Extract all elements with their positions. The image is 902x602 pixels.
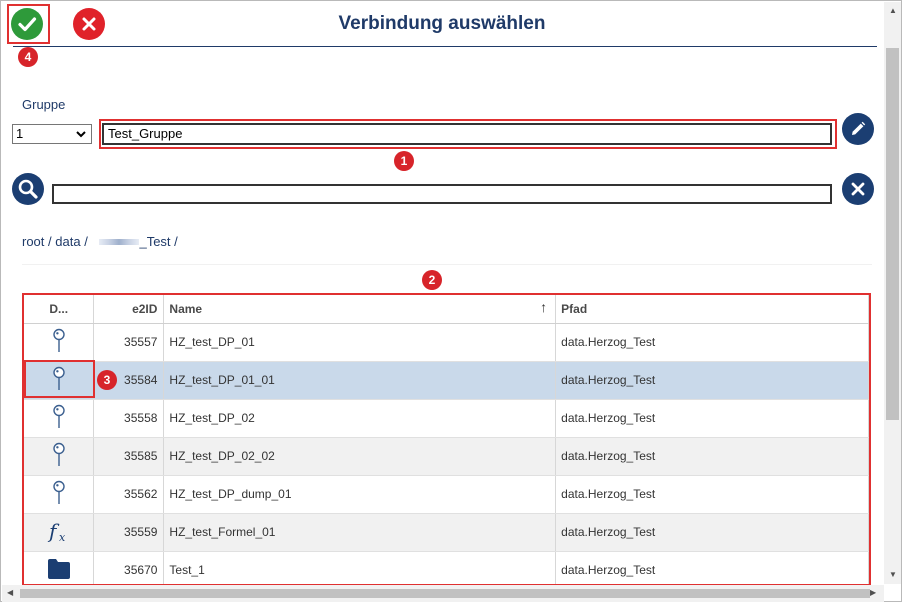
pin-icon xyxy=(52,442,66,471)
search-button[interactable] xyxy=(12,173,44,205)
breadcrumb: root / data / _Test / xyxy=(22,233,872,265)
scroll-up-arrow-icon[interactable]: ▲ xyxy=(889,6,897,15)
table-header-row: D... e2ID Name ↑ Pfad xyxy=(24,295,869,324)
row-name-cell: HZ_test_DP_dump_01 xyxy=(163,475,557,514)
annotation-badge-2: 2 xyxy=(422,270,442,290)
table-row[interactable]: 35670 Test_1 data.Herzog_Test xyxy=(24,551,869,584)
pin-icon xyxy=(52,480,66,509)
group-select-value: 1 xyxy=(16,126,24,141)
annotation-badge-1: 1 xyxy=(394,151,414,171)
scroll-right-arrow-icon[interactable]: ▶ xyxy=(870,588,876,597)
breadcrumb-separator: / xyxy=(84,234,88,249)
dialog-title: Verbindung auswählen xyxy=(338,13,546,34)
group-name-input[interactable]: Test_Gruppe xyxy=(102,123,832,145)
scroll-left-arrow-icon[interactable]: ◀ xyxy=(7,588,13,597)
row-path-cell: data.Herzog_Test xyxy=(555,513,869,552)
row-path-cell: data.Herzog_Test xyxy=(555,323,869,362)
search-icon xyxy=(18,179,38,199)
row-type-cell xyxy=(24,361,95,400)
breadcrumb-item-test[interactable]: _Test xyxy=(139,234,170,249)
clear-search-button[interactable] xyxy=(842,173,874,205)
horizontal-scroll-thumb[interactable] xyxy=(20,589,870,598)
row-type-cell xyxy=(24,399,95,438)
table-row[interactable]: f x 35559 HZ_test_Formel_01 data.Herzog_Test xyxy=(24,513,869,552)
row-path-cell: data.Herzog_Test xyxy=(555,361,869,400)
table-row[interactable]: 35584 HZ_test_DP_01_01 data.Herzog_Test xyxy=(24,361,869,400)
row-type-cell xyxy=(24,475,95,514)
breadcrumb-separator: / xyxy=(48,234,52,249)
edit-button[interactable] xyxy=(842,113,874,145)
table-row[interactable]: 35557 HZ_test_DP_01 data.Herzog_Test xyxy=(24,323,869,362)
connection-table: D... e2ID Name ↑ Pfad 35557 HZ_test_DP_01 d… xyxy=(22,293,871,586)
vertical-scroll-thumb[interactable] xyxy=(886,48,899,420)
row-type-cell xyxy=(24,323,95,362)
row-e2id-cell: 35562 xyxy=(93,475,165,514)
chevron-down-icon xyxy=(76,131,86,138)
row-type-cell xyxy=(24,437,95,476)
column-header-path[interactable]: Pfad xyxy=(555,295,869,324)
pin-icon xyxy=(52,328,66,357)
column-header-name[interactable]: Name ↑ xyxy=(163,295,557,324)
row-path-cell: data.Herzog_Test xyxy=(555,475,869,514)
horizontal-scrollbar[interactable]: ◀ ▶ xyxy=(2,585,884,602)
dialog-window: 4 Verbindung auswählen Gruppe 1 Test_Gru… xyxy=(0,0,902,602)
row-name-cell: Test_1 xyxy=(163,551,557,584)
svg-text:x: x xyxy=(59,531,66,544)
sort-ascending-icon: ↑ xyxy=(540,299,548,315)
row-path-cell: data.Herzog_Test xyxy=(555,399,869,438)
breadcrumb-item-data[interactable]: data xyxy=(55,234,80,249)
row-name-cell: HZ_test_DP_01 xyxy=(163,323,557,362)
row-name-cell: HZ_test_DP_02 xyxy=(163,399,557,438)
close-icon xyxy=(851,182,865,196)
column-header-e2id[interactable]: e2ID xyxy=(93,295,165,324)
row-name-cell: HZ_test_DP_02_02 xyxy=(163,437,557,476)
column-header-type[interactable]: D... xyxy=(24,295,95,324)
row-type-cell xyxy=(24,551,95,584)
vertical-scrollbar[interactable]: ▲ ▼ xyxy=(884,2,901,584)
pin-icon xyxy=(52,366,66,395)
annotation-badge-3: 3 xyxy=(97,370,117,390)
row-path-cell: data.Herzog_Test xyxy=(555,551,869,584)
row-e2id-cell: 35557 xyxy=(93,323,165,362)
annotation-badge-4: 4 xyxy=(18,47,38,67)
group-label: Gruppe xyxy=(22,97,66,112)
breadcrumb-item-root[interactable]: root xyxy=(22,234,44,249)
group-select[interactable]: 1 xyxy=(12,124,92,144)
table-row[interactable]: 35558 HZ_test_DP_02 data.Herzog_Test xyxy=(24,399,869,438)
scroll-down-arrow-icon[interactable]: ▼ xyxy=(889,570,897,579)
pencil-icon xyxy=(852,121,866,135)
row-e2id-cell: 35559 xyxy=(93,513,165,552)
redacted-text xyxy=(99,238,140,245)
folder-icon xyxy=(47,558,71,583)
row-e2id-cell: 35670 xyxy=(93,551,165,584)
search-input[interactable] xyxy=(52,184,832,204)
formula-icon: fx xyxy=(47,519,71,547)
row-e2id-cell: 35558 xyxy=(93,399,165,438)
row-e2id-cell: 35585 xyxy=(93,437,165,476)
pin-icon xyxy=(52,404,66,433)
row-name-cell: HZ_test_DP_01_01 xyxy=(163,361,557,400)
row-path-cell: data.Herzog_Test xyxy=(555,437,869,476)
breadcrumb-separator: / xyxy=(174,234,178,249)
table-row[interactable]: 35585 HZ_test_DP_02_02 data.Herzog_Test xyxy=(24,437,869,476)
row-type-cell: fx xyxy=(24,513,95,552)
table-row[interactable]: 35562 HZ_test_DP_dump_01 data.Herzog_Test xyxy=(24,475,869,514)
title-divider xyxy=(13,46,877,47)
row-name-cell: HZ_test_Formel_01 xyxy=(163,513,557,552)
column-header-name-label: Name xyxy=(169,301,203,316)
